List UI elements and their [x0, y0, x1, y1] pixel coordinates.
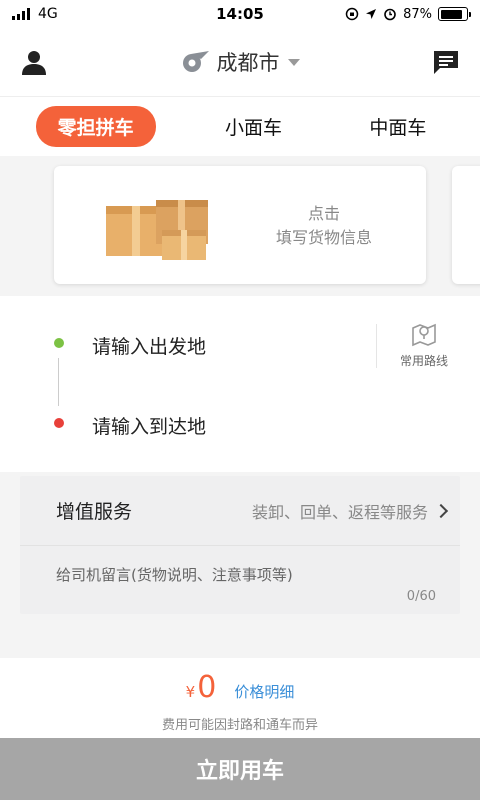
- tab-ltl-carpool[interactable]: 零担拼车: [35, 106, 156, 147]
- tab-medium-van[interactable]: 中面车: [351, 107, 444, 146]
- vehicle-type-tabs: 零担拼车 小面车 中面车: [0, 96, 480, 156]
- address-section: 请输入出发地 请输入到达地 常用路线: [0, 296, 480, 472]
- price-amount: 0: [197, 670, 217, 705]
- next-cargo-card[interactable]: [452, 166, 480, 284]
- cargo-info-card[interactable]: 点击 填写货物信息: [54, 166, 426, 284]
- cargo-hint-line2: 填写货物信息: [275, 228, 372, 247]
- user-icon[interactable]: [20, 48, 48, 76]
- alarm-icon: [384, 8, 396, 21]
- divider: [376, 324, 377, 368]
- signal-icon: [12, 8, 30, 20]
- service-title: 增值服务: [56, 501, 133, 523]
- driver-message-field[interactable]: 给司机留言(货物说明、注意事项等) 0/60: [20, 546, 460, 614]
- city-logo-icon: [182, 51, 209, 72]
- value-added-panel: 增值服务 装卸、回单、返程等服务 给司机留言(货物说明、注意事项等) 0/60: [20, 476, 460, 614]
- end-dot-icon: [54, 418, 64, 428]
- chevron-down-icon: [287, 58, 300, 66]
- battery-icon: [438, 7, 471, 21]
- location-arrow-icon: [366, 9, 377, 19]
- price-note: 费用可能因封路和通车而异: [161, 718, 318, 733]
- common-routes-label: 常用路线: [399, 354, 448, 368]
- battery-percent: 87%: [403, 6, 432, 22]
- service-hint: 装卸、回单、返程等服务: [251, 502, 428, 522]
- driver-message-placeholder: 给司机留言(货物说明、注意事项等): [56, 566, 293, 584]
- message-icon[interactable]: [432, 48, 460, 76]
- common-routes-button[interactable]: 常用路线: [392, 320, 456, 369]
- start-dot-icon: [54, 338, 64, 348]
- value-added-services-row[interactable]: 增值服务 装卸、回单、返程等服务: [20, 476, 460, 546]
- cargo-carousel: 点击 填写货物信息: [0, 156, 480, 296]
- price-detail-link[interactable]: 价格明细: [234, 681, 294, 702]
- city-selector[interactable]: 成都市: [181, 47, 300, 77]
- city-name: 成都市: [216, 51, 280, 75]
- currency-symbol: ¥: [185, 683, 196, 701]
- tab-small-van[interactable]: 小面车: [207, 107, 300, 146]
- carrier-label: 4G: [38, 6, 58, 22]
- status-time: 14:05: [216, 5, 264, 23]
- book-now-button[interactable]: 立即用车: [0, 738, 480, 800]
- route-map-icon: [412, 323, 436, 347]
- destination-input[interactable]: 请输入到达地: [92, 412, 206, 439]
- route-connector: [58, 358, 59, 406]
- top-header: 成都市: [0, 28, 480, 96]
- price-section: ¥ 0 价格明细 费用可能因封路和通车而异: [0, 658, 480, 738]
- departure-input[interactable]: 请输入出发地: [92, 332, 206, 359]
- rotation-lock-icon: [345, 7, 359, 21]
- cargo-boxes-icon: [106, 200, 208, 260]
- cargo-hint-line1: 点击: [307, 204, 340, 223]
- message-char-count: 0/60: [406, 589, 436, 604]
- status-bar: 4G 14:05 87%: [0, 0, 480, 28]
- chevron-right-icon: [433, 503, 449, 518]
